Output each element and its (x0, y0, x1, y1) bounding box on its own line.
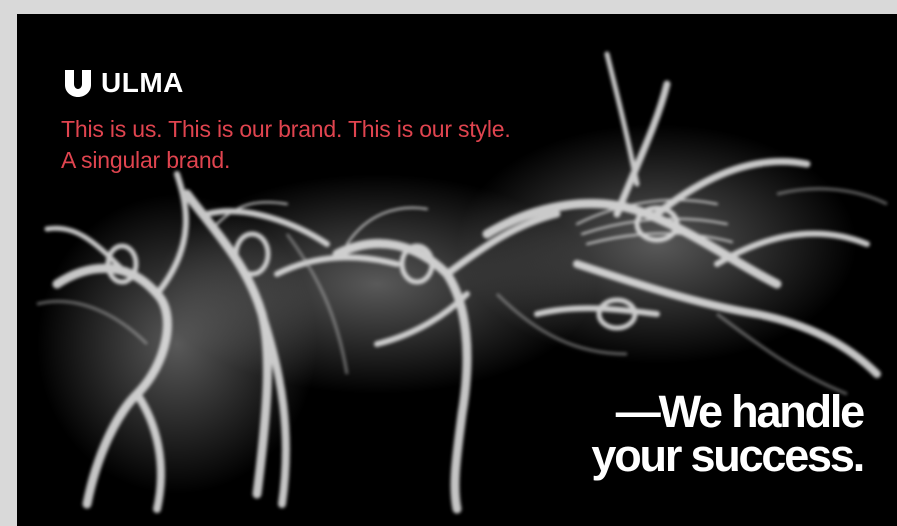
claim-line-1: —We handle (615, 386, 865, 437)
brand-banner: ULMA This is us. This is our brand. This… (17, 14, 897, 526)
brand-name: ULMA (101, 67, 184, 98)
tagline-line-1: This is us. This is our brand. This is o… (61, 116, 511, 142)
brand-tagline: This is us. This is our brand. This is o… (61, 114, 511, 176)
ulma-u-mark-icon (65, 70, 91, 97)
claim-line-2: your success. (591, 430, 865, 481)
tagline-line-2: A singular brand. (61, 147, 231, 173)
brand-claim: —We handle your success. (591, 386, 865, 481)
brand-logo: ULMA (63, 68, 184, 98)
